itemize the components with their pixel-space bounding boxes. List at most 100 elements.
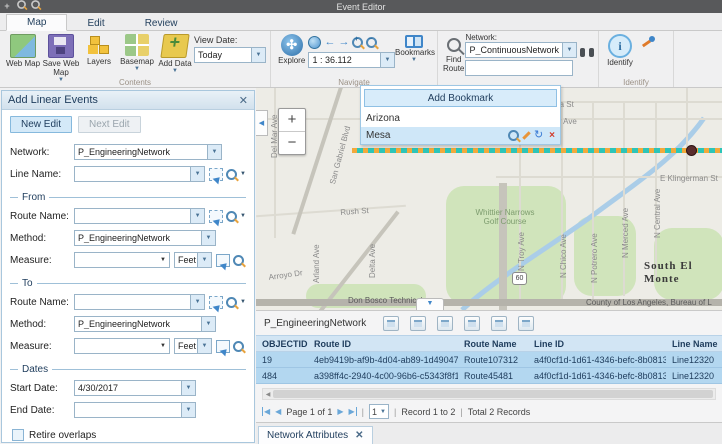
globe-icon[interactable] xyxy=(308,36,321,49)
retire-overlaps-checkbox[interactable] xyxy=(12,429,24,441)
chevron-down-icon[interactable]: ▼ xyxy=(190,167,204,181)
from-method-select[interactable]: P_EngineeringNetwork ▼ xyxy=(74,230,216,246)
layers-button[interactable]: Layers xyxy=(80,33,118,67)
zoom-to-icon[interactable] xyxy=(226,297,237,308)
horizontal-scrollbar[interactable]: ◀ xyxy=(262,388,716,400)
pick-measure-icon[interactable] xyxy=(216,254,230,267)
refresh-bookmark-icon[interactable]: ↻ xyxy=(534,130,543,141)
next-extent-icon[interactable]: → xyxy=(338,37,349,48)
chevron-down-icon[interactable]: ▼ xyxy=(197,253,211,267)
last-page-icon[interactable]: ▶ xyxy=(349,407,357,416)
zoom-in-icon[interactable]: + xyxy=(352,37,363,48)
zoom-to-icon[interactable] xyxy=(226,211,237,222)
to-route-name-select[interactable]: ▼ xyxy=(74,294,205,310)
pan-to-selection-icon[interactable] xyxy=(464,316,480,331)
chevron-down-icon[interactable]: ▼ xyxy=(201,231,215,245)
pick-measure-icon[interactable] xyxy=(216,340,230,353)
line-name-select[interactable]: ▼ xyxy=(74,166,205,182)
col-route-name[interactable]: Route Name xyxy=(458,339,528,349)
col-line-name[interactable]: Line Name xyxy=(666,339,722,349)
chevron-down-icon[interactable]: ▼ xyxy=(240,213,246,219)
end-date-select[interactable]: ▼ xyxy=(74,402,196,418)
identify-button[interactable]: i Identify xyxy=(603,33,637,68)
tab-review[interactable]: Review xyxy=(125,16,198,31)
col-route-id[interactable]: Route ID xyxy=(308,339,458,349)
collapse-bottom-arrow[interactable]: ▼ xyxy=(416,298,444,310)
chevron-down-icon[interactable]: ▼ xyxy=(201,317,215,331)
chevron-down-icon[interactable]: ▼ xyxy=(240,171,246,177)
chevron-down-icon[interactable]: ▼ xyxy=(251,48,265,62)
map-zoom-in-button[interactable]: + xyxy=(279,109,305,131)
chevron-down-icon[interactable]: ▼ xyxy=(562,43,576,57)
edit-bookmark-icon[interactable] xyxy=(522,131,530,139)
zoom-to-icon[interactable] xyxy=(233,341,244,352)
network-select[interactable]: P_ContinuousNetwork ▼ xyxy=(465,42,577,58)
find-route-button[interactable]: Find Route xyxy=(442,33,465,74)
add-bookmark-button[interactable]: Add Bookmark xyxy=(364,89,557,107)
chevron-down-icon[interactable]: ▼ xyxy=(207,145,221,159)
zoom-to-icon[interactable] xyxy=(226,169,237,180)
chevron-down-icon[interactable]: ▼ xyxy=(160,257,169,263)
explore-button[interactable]: ✣ Explore xyxy=(275,33,308,66)
web-map-button[interactable]: Web Map xyxy=(4,33,42,69)
select-on-map-icon[interactable] xyxy=(209,210,223,223)
route-input[interactable] xyxy=(465,60,573,76)
zoom-out-icon[interactable]: − xyxy=(366,37,377,48)
tab-edit[interactable]: Edit xyxy=(67,16,124,31)
binoculars-icon[interactable] xyxy=(580,48,594,57)
options-icon[interactable] xyxy=(383,316,399,331)
from-measure-input[interactable]: ▼ xyxy=(74,252,170,268)
chevron-down-icon[interactable]: ▼ xyxy=(160,343,169,349)
select-on-map-icon[interactable] xyxy=(209,168,223,181)
add-to-selection-icon[interactable] xyxy=(491,316,507,331)
chevron-down-icon[interactable]: ▼ xyxy=(181,381,195,395)
add-data-button[interactable]: Add Data ▼ xyxy=(156,33,194,73)
tab-network-attributes[interactable]: Network Attributes ✕ xyxy=(258,426,373,444)
chevron-down-icon[interactable]: ▼ xyxy=(181,403,195,417)
identify-route-tool-icon[interactable] xyxy=(641,36,655,50)
previous-page-icon[interactable]: ◀ xyxy=(275,407,281,416)
tab-map[interactable]: Map xyxy=(6,14,67,31)
new-edit-button[interactable]: New Edit xyxy=(10,116,72,133)
route-feature-line[interactable] xyxy=(352,148,722,153)
next-page-icon[interactable]: ▶ xyxy=(337,407,343,416)
sort-icon[interactable] xyxy=(518,316,534,331)
col-line-id[interactable]: Line ID xyxy=(528,339,666,349)
chevron-down-icon[interactable]: ▼ xyxy=(380,53,394,67)
route-event-marker[interactable] xyxy=(686,145,697,156)
scroll-left-icon[interactable]: ◀ xyxy=(263,391,273,398)
to-method-select[interactable]: P_EngineeringNetwork ▼ xyxy=(74,316,216,332)
start-date-select[interactable]: 4/30/2017 ▼ xyxy=(74,380,196,396)
to-measure-input[interactable]: ▼ xyxy=(74,338,170,354)
table-row[interactable]: 484a398ff4c-2940-4c00-96b6-c5343f8f1711R… xyxy=(256,368,722,384)
network-field-select[interactable]: P_EngineeringNetwork ▼ xyxy=(74,144,222,160)
scale-select[interactable]: 1 : 36.112 ▼ xyxy=(308,52,395,68)
save-web-map-button[interactable]: Save Web Map ▼ xyxy=(42,33,80,82)
select-on-map-icon[interactable] xyxy=(209,296,223,309)
chevron-down-icon[interactable]: ▼ xyxy=(190,209,204,223)
zoom-to-bookmark-icon[interactable] xyxy=(508,130,519,141)
close-icon[interactable]: ✕ xyxy=(355,430,363,441)
basemap-button[interactable]: Basemap ▼ xyxy=(118,33,156,71)
scrollbar-thumb[interactable] xyxy=(273,390,713,398)
close-icon[interactable]: ✕ xyxy=(239,94,248,107)
bookmarks-button[interactable]: Bookmarks ▼ xyxy=(395,33,433,62)
next-edit-button[interactable]: Next Edit xyxy=(78,116,141,133)
show-selected-records-icon[interactable] xyxy=(410,316,426,331)
previous-extent-icon[interactable]: ← xyxy=(324,37,335,48)
from-unit-select[interactable]: Feet ▼ xyxy=(174,252,212,268)
map-zoom-out-button[interactable]: − xyxy=(279,131,305,154)
page-size-select[interactable]: 1 ▼ xyxy=(369,404,389,419)
chevron-down-icon[interactable]: ▼ xyxy=(197,339,211,353)
first-page-icon[interactable]: ◀ xyxy=(262,407,270,416)
chevron-down-icon[interactable]: ▼ xyxy=(240,299,246,305)
bookmark-item-mesa[interactable]: Mesa ↻ × xyxy=(361,127,560,144)
delete-bookmark-icon[interactable]: × xyxy=(549,131,555,141)
from-route-name-select[interactable]: ▼ xyxy=(74,208,205,224)
collapse-left-arrow[interactable]: ◀ xyxy=(256,110,268,136)
bookmark-item-arizona[interactable]: Arizona xyxy=(361,110,560,127)
zoom-to-selection-icon[interactable] xyxy=(437,316,453,331)
table-row[interactable]: 194eb9419b-af9b-4d04-ab89-1d490476802bRo… xyxy=(256,352,722,368)
zoom-to-icon[interactable] xyxy=(233,255,244,266)
col-objectid[interactable]: OBJECTID xyxy=(256,339,308,349)
